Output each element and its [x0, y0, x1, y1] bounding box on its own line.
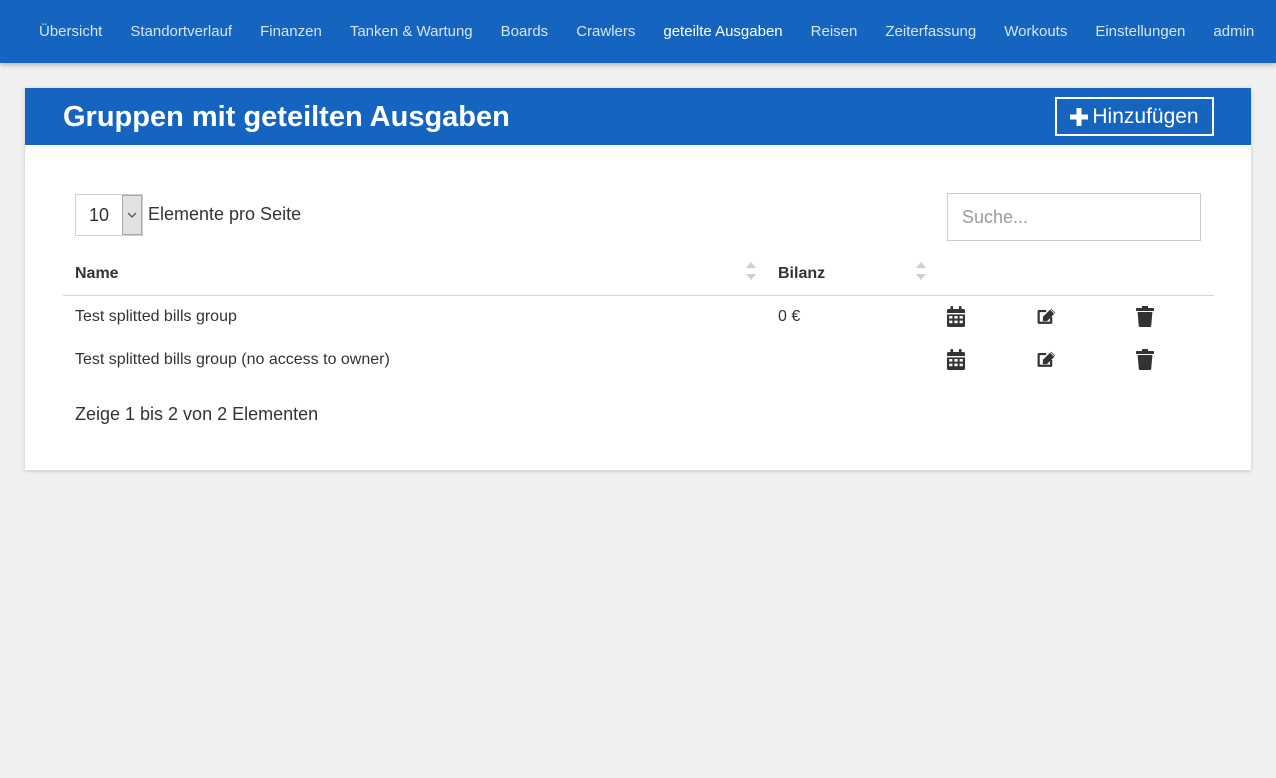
trash-icon[interactable]: [1135, 348, 1155, 370]
card-header: Gruppen mit geteilten Ausgaben Hinzufüge…: [25, 88, 1251, 145]
row-2-name: Test splitted bills group (no access to …: [75, 351, 390, 368]
nav-item-standortverlauf[interactable]: Standortverlauf: [116, 0, 246, 63]
page-size-select[interactable]: 10: [75, 194, 143, 236]
edit-icon[interactable]: [1037, 305, 1057, 327]
table-header-divider: [63, 295, 1214, 296]
nav-item-crawlers[interactable]: Crawlers: [562, 0, 649, 63]
top-navbar: Übersicht Standortverlauf Finanzen Tanke…: [0, 0, 1276, 63]
calendar-icon[interactable]: [946, 348, 966, 370]
plus-icon: [1070, 107, 1089, 126]
page-size-value: 10: [88, 205, 110, 225]
sort-icon[interactable]: [746, 260, 756, 282]
search-input[interactable]: [947, 193, 1201, 241]
edit-icon[interactable]: [1037, 348, 1057, 370]
per-page-label: Elemente pro Seite: [148, 204, 302, 224]
nav-item-tanken-wartung[interactable]: Tanken & Wartung: [336, 0, 487, 63]
add-button-label: Hinzufügen: [1092, 104, 1199, 128]
column-header-bilanz[interactable]: Bilanz: [778, 264, 825, 284]
chevron-down-icon[interactable]: [122, 195, 142, 235]
nav-item-admin[interactable]: admin: [1199, 0, 1268, 63]
add-button[interactable]: Hinzufügen: [1055, 97, 1214, 136]
nav-item-finanzen[interactable]: Finanzen: [246, 0, 336, 63]
nav-item-boards[interactable]: Boards: [487, 0, 563, 63]
pagination-info: Zeige 1 bis 2 von 2 Elementen: [75, 404, 319, 424]
nav-item-reisen[interactable]: Reisen: [797, 0, 872, 63]
nav-item-geteilte-ausgaben[interactable]: geteilte Ausgaben: [649, 0, 796, 63]
nav-item-workouts[interactable]: Workouts: [990, 0, 1081, 63]
column-header-name[interactable]: Name: [75, 264, 119, 284]
nav-item-uebersicht[interactable]: Übersicht: [25, 0, 116, 63]
sort-icon[interactable]: [916, 260, 926, 282]
row-1-balance: 0 €: [778, 308, 801, 325]
row-1-name: Test splitted bills group: [75, 308, 237, 325]
trash-icon[interactable]: [1135, 305, 1155, 327]
calendar-icon[interactable]: [946, 305, 966, 327]
page-title: Gruppen mit geteilten Ausgaben: [63, 101, 510, 133]
nav-item-einstellungen[interactable]: Einstellungen: [1081, 0, 1199, 63]
groups-card: Gruppen mit geteilten Ausgaben Hinzufüge…: [25, 88, 1251, 470]
nav-item-zeiterfassung[interactable]: Zeiterfassung: [871, 0, 990, 63]
